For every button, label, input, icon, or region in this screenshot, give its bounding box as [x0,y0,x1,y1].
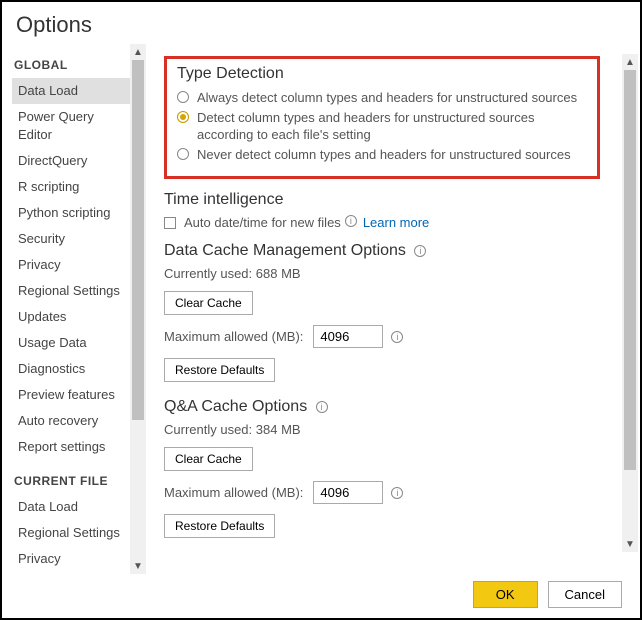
time-intelligence-section: Time intelligence Auto date/time for new… [164,191,600,230]
qa-cache-title: Q&A Cache Options i [164,398,600,416]
ok-button[interactable]: OK [473,581,538,608]
sidebar-item-r-scripting[interactable]: R scripting [12,174,130,200]
learn-more-link[interactable]: Learn more [363,215,429,230]
sidebar-item-auto-recovery[interactable]: Auto recovery [12,408,130,434]
auto-date-time-checkbox-row[interactable]: Auto date/time for new files i Learn mor… [164,215,600,230]
time-intelligence-title: Time intelligence [164,191,600,209]
main-scrollbar[interactable]: ▲ ▼ [622,54,638,552]
qa-cache-max-input[interactable] [313,481,383,504]
dialog-title: Options [2,2,640,44]
sidebar-item-python-scripting[interactable]: Python scripting [12,200,130,226]
sidebar-item-data-load[interactable]: Data Load [12,78,130,104]
data-cache-title: Data Cache Management Options i [164,242,600,260]
qa-cache-max-row: Maximum allowed (MB): i [164,481,600,504]
content-area: GLOBAL Data Load Power Query Editor Dire… [2,44,640,574]
radio-detect-per-file[interactable]: Detect column types and headers for unst… [177,109,587,143]
sidebar-scrollbar-thumb[interactable] [132,60,144,420]
info-icon[interactable]: i [414,245,426,257]
sidebar-item-cf-privacy[interactable]: Privacy [12,546,130,572]
info-icon[interactable]: i [316,401,328,413]
checkbox-icon[interactable] [164,217,176,229]
scroll-up-icon[interactable]: ▲ [622,54,638,70]
radio-always-detect[interactable]: Always detect column types and headers f… [177,89,587,106]
sidebar-item-directquery[interactable]: DirectQuery [12,148,130,174]
radio-icon[interactable] [177,148,189,160]
radio-label: Never detect column types and headers fo… [197,146,571,163]
scroll-down-icon[interactable]: ▼ [130,558,146,574]
checkbox-label: Auto date/time for new files [184,215,341,230]
radio-never-detect[interactable]: Never detect column types and headers fo… [177,146,587,163]
qa-cache-title-text: Q&A Cache Options [164,398,307,415]
sidebar-item-regional-settings[interactable]: Regional Settings [12,278,130,304]
sidebar-item-usage-data[interactable]: Usage Data [12,330,130,356]
sidebar-item-updates[interactable]: Updates [12,304,130,330]
sidebar-item-report-settings[interactable]: Report settings [12,434,130,460]
qa-cache-section: Q&A Cache Options i Currently used: 384 … [164,398,600,542]
sidebar-item-preview-features[interactable]: Preview features [12,382,130,408]
sidebar: GLOBAL Data Load Power Query Editor Dire… [2,44,146,574]
max-allowed-label: Maximum allowed (MB): [164,329,303,344]
main-panel: Type Detection Always detect column type… [146,44,640,574]
sidebar-item-cf-auto-recovery[interactable]: Auto recovery [12,572,130,574]
sidebar-header-global: GLOBAL [12,44,146,78]
sidebar-item-power-query-editor[interactable]: Power Query Editor [12,104,130,148]
sidebar-item-cf-data-load[interactable]: Data Load [12,494,130,520]
data-cache-section: Data Cache Management Options i Currentl… [164,242,600,386]
radio-icon[interactable] [177,111,189,123]
sidebar-item-diagnostics[interactable]: Diagnostics [12,356,130,382]
restore-qa-cache-defaults-button[interactable]: Restore Defaults [164,514,275,538]
data-cache-max-row: Maximum allowed (MB): i [164,325,600,348]
clear-qa-cache-button[interactable]: Clear Cache [164,447,253,471]
scroll-up-icon[interactable]: ▲ [130,44,146,60]
sidebar-item-cf-regional-settings[interactable]: Regional Settings [12,520,130,546]
data-cache-currently-used: Currently used: 688 MB [164,266,600,281]
info-icon[interactable]: i [345,215,357,227]
info-icon[interactable]: i [391,331,403,343]
type-detection-highlight: Type Detection Always detect column type… [164,56,600,179]
max-allowed-label: Maximum allowed (MB): [164,485,303,500]
qa-cache-currently-used: Currently used: 384 MB [164,422,600,437]
main-scrollbar-thumb[interactable] [624,70,636,470]
radio-label: Detect column types and headers for unst… [197,109,587,143]
clear-data-cache-button[interactable]: Clear Cache [164,291,253,315]
data-cache-max-input[interactable] [313,325,383,348]
sidebar-item-privacy[interactable]: Privacy [12,252,130,278]
restore-data-cache-defaults-button[interactable]: Restore Defaults [164,358,275,382]
radio-icon[interactable] [177,91,189,103]
data-cache-title-text: Data Cache Management Options [164,242,406,259]
cancel-button[interactable]: Cancel [548,581,622,608]
dialog-footer: OK Cancel [473,581,622,608]
info-icon[interactable]: i [391,487,403,499]
type-detection-title: Type Detection [177,65,587,83]
sidebar-item-security[interactable]: Security [12,226,130,252]
sidebar-scrollbar[interactable]: ▲ ▼ [130,44,146,574]
radio-label: Always detect column types and headers f… [197,89,577,106]
sidebar-header-current-file: CURRENT FILE [12,460,146,494]
scroll-down-icon[interactable]: ▼ [622,536,638,552]
